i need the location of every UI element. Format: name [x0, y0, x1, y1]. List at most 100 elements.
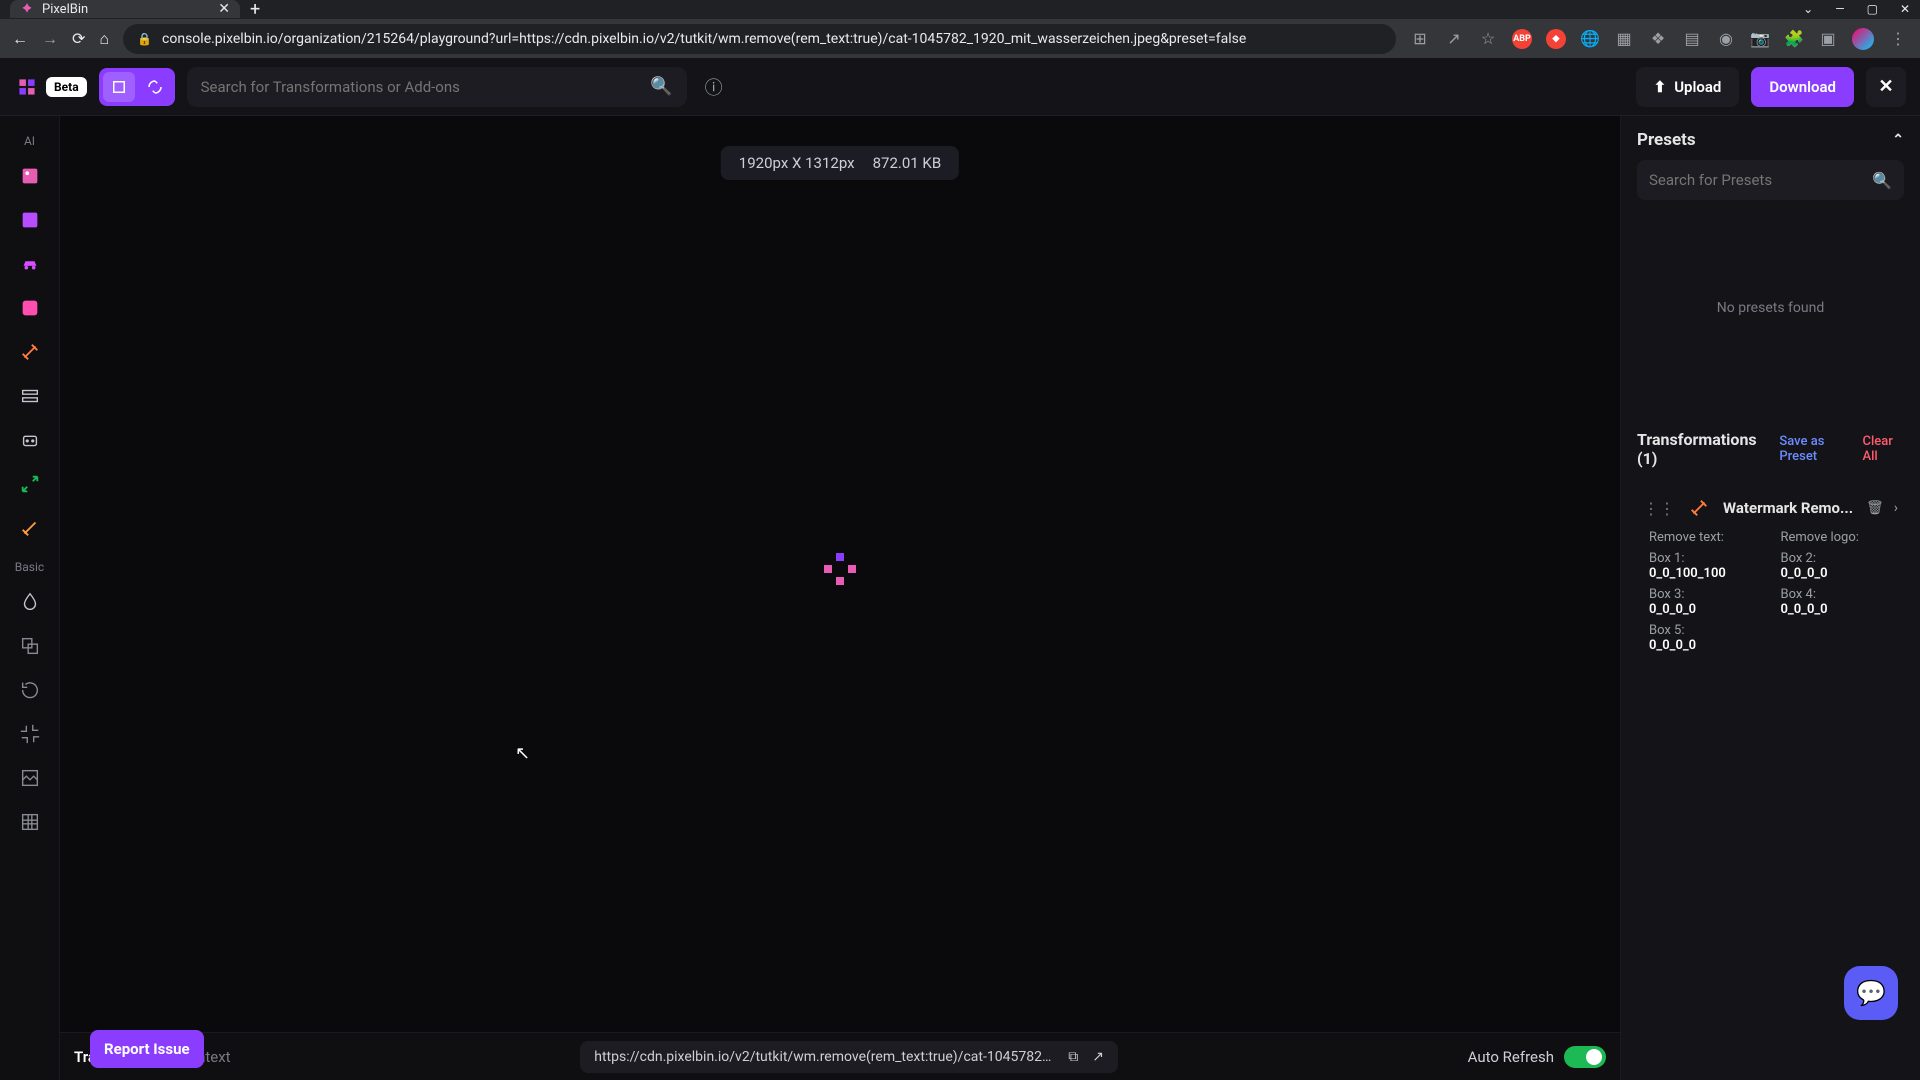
home-icon[interactable]: ⌂ — [99, 29, 109, 49]
enhance-icon[interactable] — [10, 200, 50, 240]
url-field[interactable]: 🔒 console.pixelbin.io/organization/21526… — [123, 24, 1396, 54]
erase-bg-icon[interactable] — [10, 156, 50, 196]
ublock-icon[interactable]: ◆ — [1546, 29, 1566, 49]
upload-icon: ⬆ — [1654, 78, 1667, 96]
open-icon[interactable]: ↗ — [1092, 1049, 1104, 1065]
copy-icon[interactable]: ⧉ — [1068, 1049, 1078, 1065]
crop-tool-button[interactable] — [103, 72, 135, 102]
canvas-area[interactable]: 1920px X 1312px 872.01 KB ↖ Report Issue… — [60, 58, 1620, 1080]
browser-tab[interactable]: PixelBin ✕ — [10, 0, 240, 18]
puzzle-icon[interactable]: 🧩 — [1784, 29, 1804, 49]
chevron-right-icon[interactable]: › — [1894, 500, 1898, 516]
search-input[interactable] — [201, 78, 641, 96]
layers-icon[interactable] — [10, 376, 50, 416]
download-button[interactable]: Download — [1751, 67, 1854, 107]
preset-search[interactable]: 🔍 — [1637, 160, 1904, 200]
robot-icon[interactable] — [10, 420, 50, 460]
info-icon[interactable]: ⓘ — [705, 74, 723, 100]
tab-bar: PixelBin ✕ + ⌄ — ▢ ✕ — [0, 0, 1920, 18]
image-dimensions: 1920px X 1312px — [739, 154, 855, 172]
panel-icon[interactable]: ▣ — [1818, 29, 1838, 49]
close-button[interactable]: ✕ — [1866, 67, 1906, 107]
transformation-card-header: ⋮⋮ Watermark Remo... 🗑 › — [1643, 494, 1898, 522]
drop-icon[interactable] — [10, 582, 50, 622]
forward-icon[interactable]: → — [42, 29, 58, 49]
app-logo[interactable]: Beta — [14, 74, 87, 100]
param-box3-value: 0_0_0_0 — [1649, 602, 1696, 617]
clear-all-link[interactable]: Clear All — [1862, 434, 1904, 464]
param-box4-label: Box 4: — [1781, 587, 1817, 602]
param-remove-text-label: Remove text: — [1649, 530, 1724, 545]
star-icon[interactable]: ☆ — [1478, 29, 1498, 49]
format-icon[interactable] — [10, 758, 50, 798]
profile-avatar[interactable] — [1852, 28, 1874, 50]
watermark-remove-icon — [1685, 494, 1713, 522]
transformation-name: Watermark Remo... — [1723, 499, 1856, 517]
output-url: https://cdn.pixelbin.io/v2/tutkit/wm.rem… — [580, 1041, 1118, 1073]
cursor-icon: ↖ — [515, 743, 530, 764]
chevron-up-icon[interactable]: ⌃ — [1892, 132, 1904, 148]
translate-icon[interactable]: ⊞ — [1410, 29, 1430, 49]
tab-title: PixelBin — [42, 2, 88, 17]
expand-icon[interactable] — [10, 464, 50, 504]
rotate-icon[interactable] — [10, 670, 50, 710]
app-header: Beta 🔍 ⓘ ⬆ Upload Download ✕ — [0, 58, 1920, 116]
beta-badge: Beta — [46, 77, 87, 97]
extension-icons: ⊞ ↗ ☆ ABP ◆ 🌐 ▦ ❖ ▤ ◉ 📷 🧩 ▣ ⋮ — [1410, 28, 1908, 50]
ext-2-icon[interactable]: ❖ — [1648, 29, 1668, 49]
param-box1-label: Box 1: — [1649, 551, 1685, 566]
chat-icon: 💬 — [1856, 979, 1886, 1007]
report-issue-button[interactable]: Report Issue — [90, 1030, 204, 1068]
reload-icon[interactable]: ⟳ — [72, 29, 85, 48]
window-close-button[interactable]: ✕ — [1900, 2, 1910, 16]
chat-fab[interactable]: 💬 — [1844, 966, 1898, 1020]
logo-icon — [14, 74, 40, 100]
back-icon[interactable]: ← — [12, 29, 28, 49]
preset-search-input[interactable] — [1649, 171, 1872, 189]
eraser-icon[interactable] — [10, 508, 50, 548]
bottom-bar: Transformed Context https://cdn.pixelbin… — [60, 1032, 1620, 1080]
transformations-title: Transformations (1) — [1637, 430, 1759, 468]
window-controls: ⌄ — ▢ ✕ — [1803, 2, 1910, 16]
param-box2-label: Box 2: — [1781, 551, 1817, 566]
no-presets-message: No presets found — [1637, 200, 1904, 416]
presets-section: Presets ⌃ 🔍 No presets found — [1621, 116, 1920, 430]
camera-icon[interactable]: 📷 — [1750, 29, 1770, 49]
abp-icon[interactable]: ABP — [1512, 29, 1532, 49]
tab-close-icon[interactable]: ✕ — [218, 1, 230, 17]
search-icon[interactable]: 🔍 — [650, 76, 672, 97]
loading-spinner-icon — [820, 549, 860, 589]
grid-icon[interactable] — [10, 802, 50, 842]
face-icon[interactable] — [10, 288, 50, 328]
maximize-button[interactable]: ▢ — [1867, 2, 1878, 16]
new-tab-button[interactable]: + — [240, 0, 270, 20]
presets-header[interactable]: Presets ⌃ — [1637, 130, 1904, 150]
globe-icon[interactable]: 🌐 — [1580, 29, 1600, 49]
param-box4-value: 0_0_0_0 — [1781, 602, 1828, 617]
chevron-down-icon[interactable]: ⌄ — [1803, 2, 1813, 16]
transform-tool-button[interactable] — [139, 72, 171, 102]
watermark-icon[interactable] — [10, 332, 50, 372]
ext-3-icon[interactable]: ▤ — [1682, 29, 1702, 49]
search-icon[interactable]: 🔍 — [1872, 171, 1892, 190]
drag-handle-icon[interactable]: ⋮⋮ — [1643, 499, 1675, 518]
delete-icon[interactable]: 🗑 — [1866, 500, 1884, 516]
image-metadata: 1920px X 1312px 872.01 KB — [721, 146, 959, 180]
resize-icon[interactable] — [10, 626, 50, 666]
output-url-text: https://cdn.pixelbin.io/v2/tutkit/wm.rem… — [594, 1049, 1054, 1065]
right-panel: Presets ⌃ 🔍 No presets found Transformat… — [1620, 58, 1920, 1080]
search-bar[interactable]: 🔍 — [187, 67, 687, 107]
minimize-button[interactable]: — — [1835, 2, 1844, 16]
lock-icon: 🔒 — [137, 32, 152, 46]
save-as-preset-link[interactable]: Save as Preset — [1779, 434, 1852, 464]
share-icon[interactable]: ↗ — [1444, 29, 1464, 49]
browser-chrome: PixelBin ✕ + ⌄ — ▢ ✕ ← → ⟳ ⌂ 🔒 console.p… — [0, 0, 1920, 58]
tab-favicon-icon — [20, 2, 34, 16]
ext-4-icon[interactable]: ◉ — [1716, 29, 1736, 49]
compress-icon[interactable] — [10, 714, 50, 754]
menu-icon[interactable]: ⋮ — [1888, 29, 1908, 49]
car-icon[interactable] — [10, 244, 50, 284]
upload-button[interactable]: ⬆ Upload — [1636, 67, 1740, 107]
ext-1-icon[interactable]: ▦ — [1614, 29, 1634, 49]
auto-refresh-toggle[interactable] — [1564, 1046, 1606, 1068]
